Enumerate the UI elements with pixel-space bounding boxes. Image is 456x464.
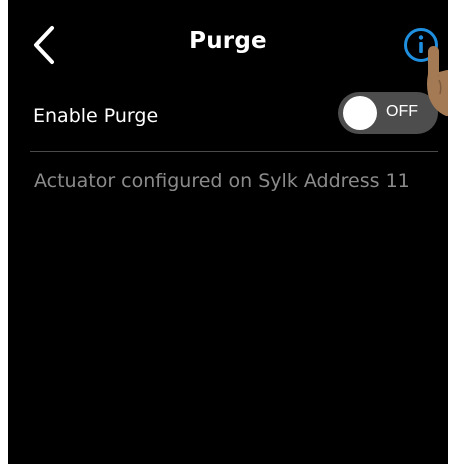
info-icon: [404, 28, 438, 62]
actuator-status-text: Actuator configured on Sylk Address 11: [34, 170, 410, 192]
enable-purge-row: Enable Purge OFF: [8, 88, 448, 150]
enable-purge-label: Enable Purge: [33, 105, 159, 127]
divider: [30, 151, 438, 152]
header-bar: Purge: [8, 0, 448, 92]
info-button[interactable]: [402, 26, 440, 64]
purge-toggle[interactable]: OFF: [338, 92, 438, 134]
toggle-state-text: OFF: [386, 103, 418, 120]
page-title: Purge: [189, 28, 267, 54]
toggle-knob: [343, 96, 377, 130]
purge-screen: Purge Enable Purge OFF Actuator configur…: [8, 0, 448, 464]
